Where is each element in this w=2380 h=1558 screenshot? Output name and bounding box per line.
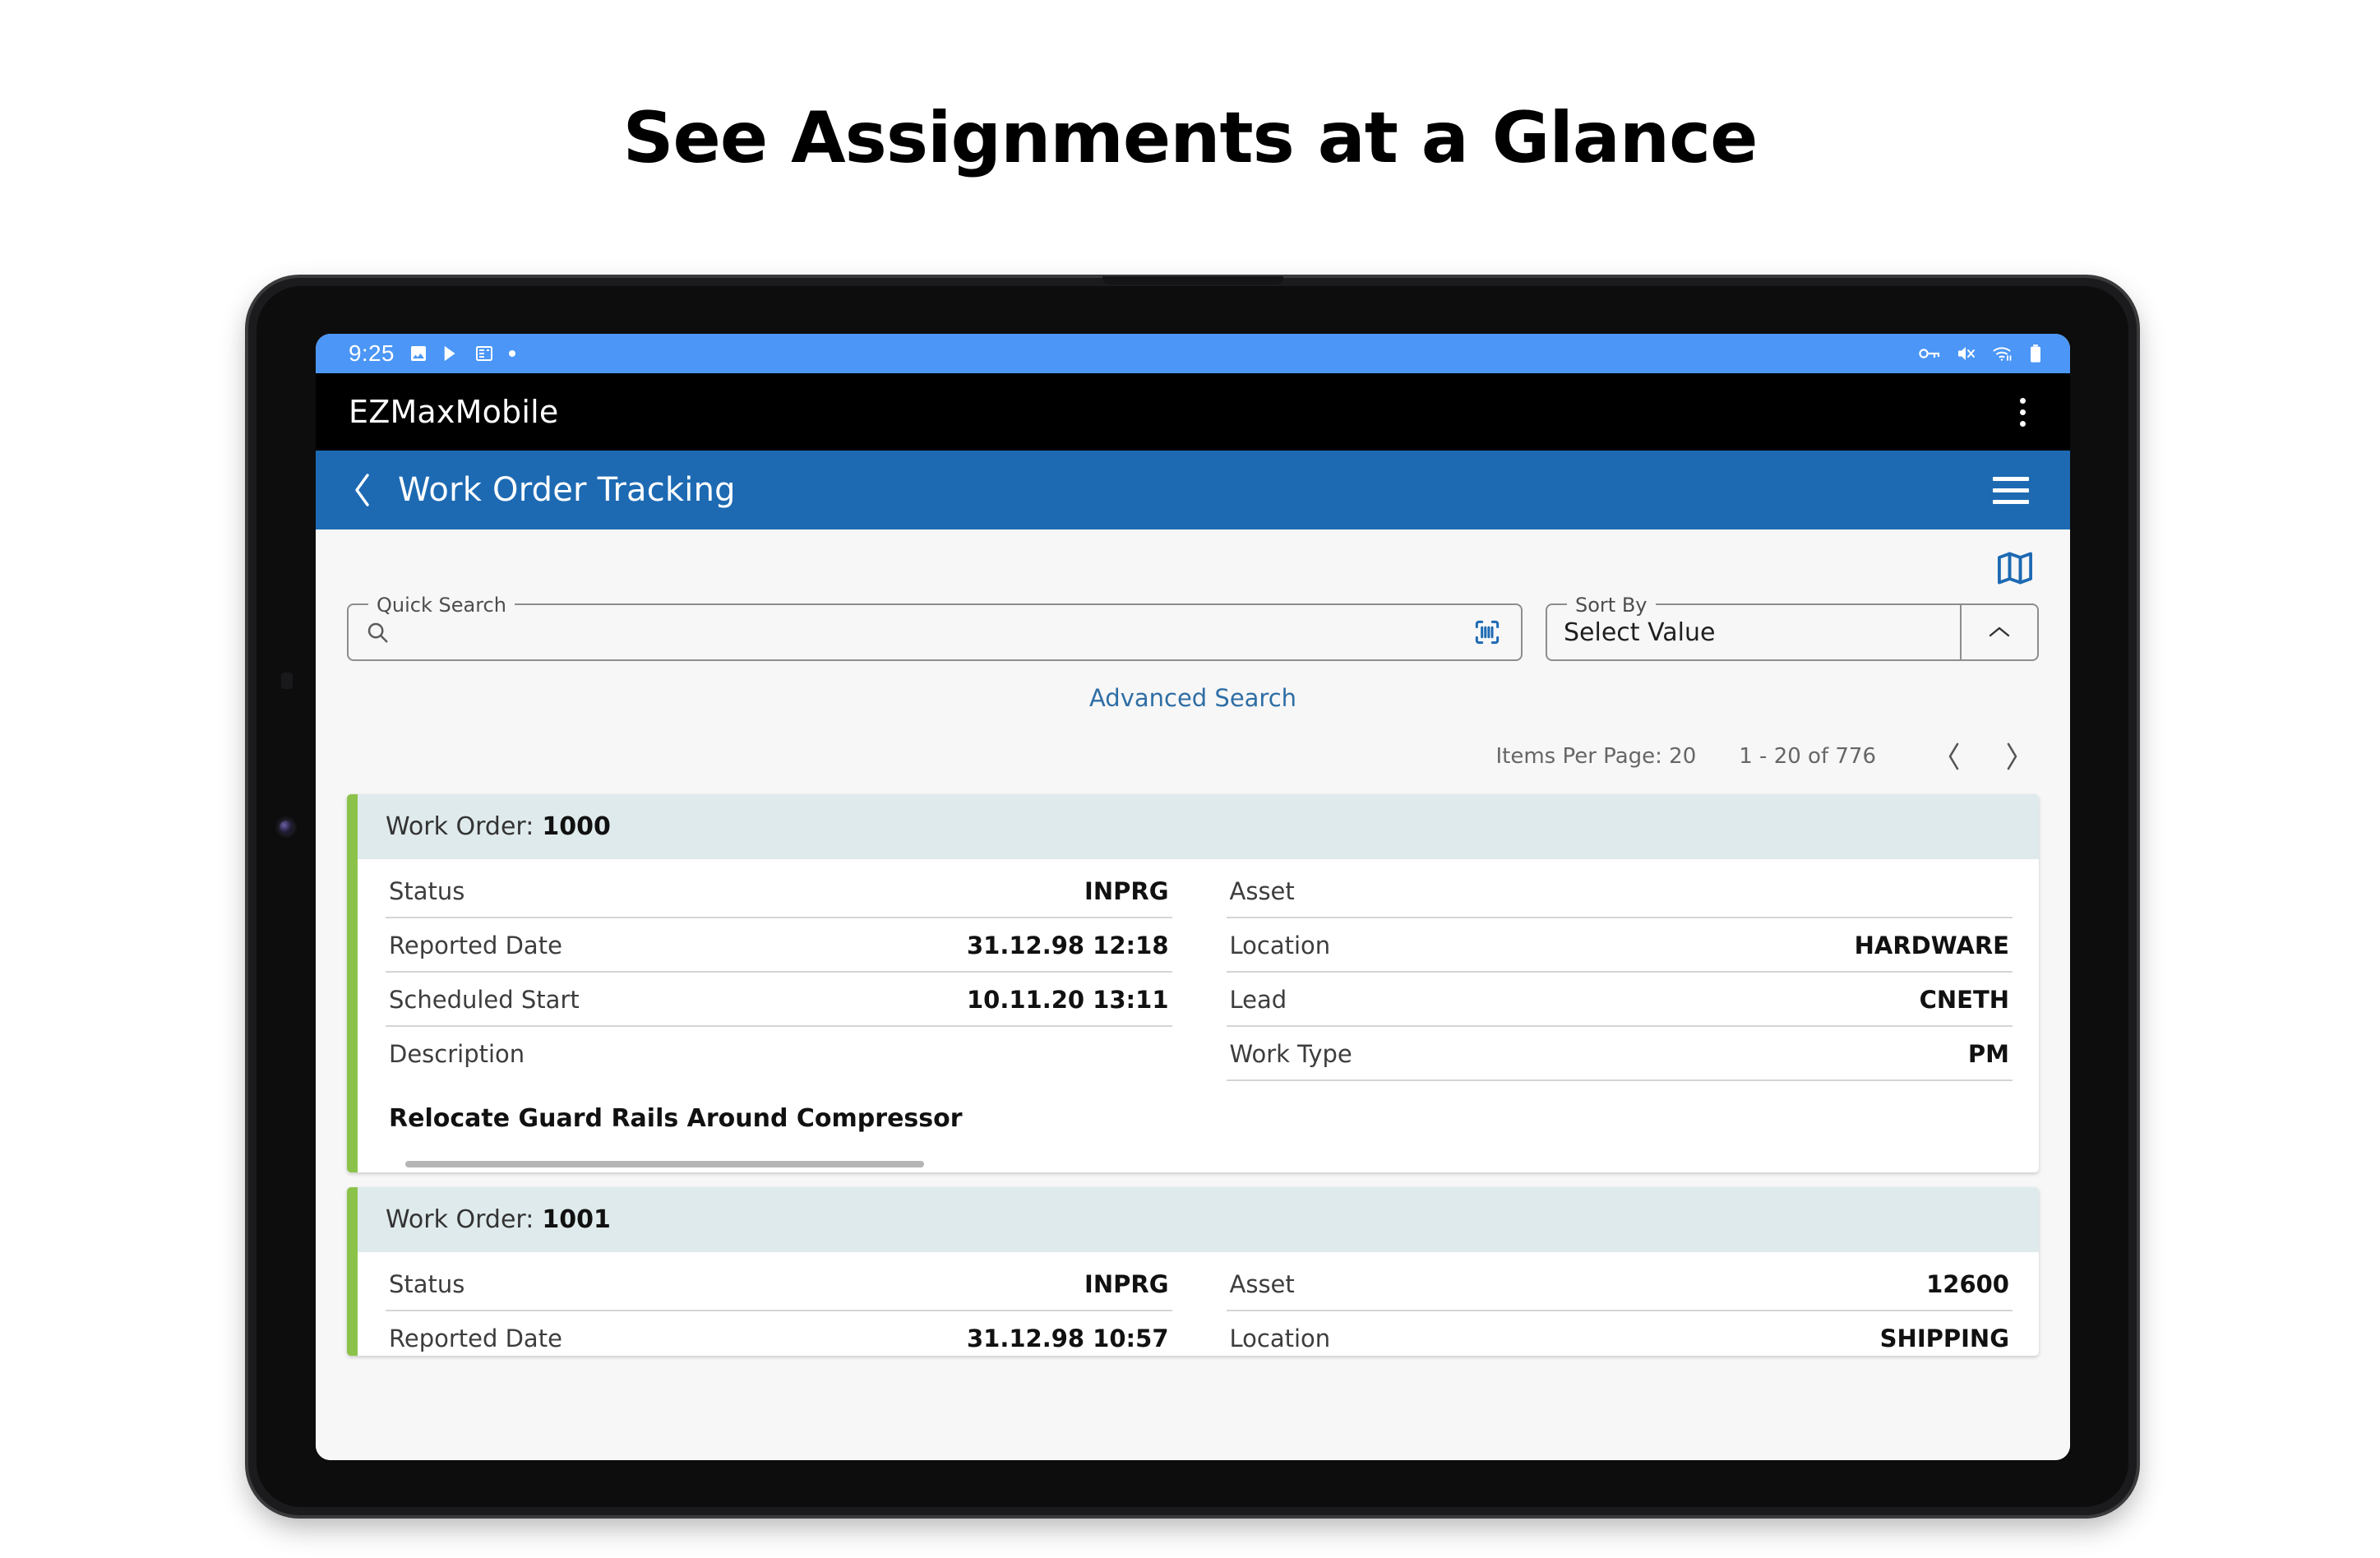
kebab-menu-icon[interactable] xyxy=(2008,390,2037,435)
items-per-page-label[interactable]: Items Per Page: 20 xyxy=(1495,744,1696,769)
card-left-column: Status INPRG Reported Date 31.12.98 10:5… xyxy=(358,1257,1199,1356)
sort-by-field[interactable]: Sort By Select Value xyxy=(1546,593,2039,661)
mute-icon xyxy=(1957,344,1976,363)
sort-by-label: Sort By xyxy=(1567,593,1656,617)
chevron-left-icon[interactable] xyxy=(1925,740,1983,773)
app-bar: EZMaxMobile xyxy=(316,373,2070,451)
field-row: Asset 12600 xyxy=(1226,1257,2013,1311)
advanced-search-link[interactable]: Advanced Search xyxy=(1089,684,1296,712)
field-value: CNETH xyxy=(1919,986,2009,1014)
horizontal-scrollbar[interactable] xyxy=(405,1161,925,1167)
toolbar-actions xyxy=(316,529,2070,587)
work-order-card-body: Status INPRG Reported Date 31.12.98 10:5… xyxy=(358,1252,2039,1356)
page-toolbar: Work Order Tracking xyxy=(316,451,2070,529)
field-label: Location xyxy=(1229,932,1331,959)
barcode-scan-icon[interactable] xyxy=(1472,617,1503,648)
battery-icon xyxy=(2029,344,2042,363)
field-value: PM xyxy=(1967,1040,2009,1068)
image-icon xyxy=(409,344,428,363)
work-order-label: Work Order: xyxy=(386,1205,534,1234)
vpn-key-icon xyxy=(1918,344,1941,363)
work-order-card-header: Work Order: 1001 xyxy=(358,1187,2039,1252)
field-row: Reported Date 31.12.98 12:18 xyxy=(386,918,1172,973)
field-row: Asset xyxy=(1226,864,2013,918)
work-order-id: 1000 xyxy=(542,812,611,841)
tablet-device: 9:25 EZMaxMobile Work Order Tracking Qui… xyxy=(248,276,2137,1515)
device-notch xyxy=(1102,276,1283,284)
field-row: Work Type PM xyxy=(1226,1027,2013,1081)
play-store-icon xyxy=(442,344,460,363)
search-row: Quick Search Sort By Select Value xyxy=(316,587,2070,661)
field-label: Status xyxy=(389,877,465,905)
search-icon xyxy=(365,620,390,645)
field-label: Asset xyxy=(1229,877,1295,905)
field-row: Location SHIPPING xyxy=(1227,1311,2013,1356)
page-content: Quick Search Sort By Select Value Advanc… xyxy=(316,529,2070,1460)
page-title: See Assignments at a Glance xyxy=(622,97,1758,179)
card-right-column: Asset 12600 Location SHIPPING xyxy=(1199,1257,2040,1356)
chevron-up-icon[interactable] xyxy=(1962,622,2037,642)
field-value: SHIPPING xyxy=(1879,1325,2009,1352)
sort-by-value: Select Value xyxy=(1564,617,1716,647)
field-row: Scheduled Start 10.11.20 13:11 xyxy=(386,973,1172,1027)
field-value: 31.12.98 10:57 xyxy=(966,1325,1169,1352)
card-left-column: Status INPRG Reported Date 31.12.98 12:1… xyxy=(358,864,1199,1172)
work-order-card-body: Status INPRG Reported Date 31.12.98 12:1… xyxy=(358,859,2039,1172)
field-row: Reported Date 31.12.98 10:57 xyxy=(386,1311,1172,1356)
device-camera-icon xyxy=(280,821,293,834)
field-row: Status INPRG xyxy=(386,864,1172,918)
work-order-label: Work Order: xyxy=(386,812,534,841)
field-value: INPRG xyxy=(1084,1270,1169,1298)
wifi-icon xyxy=(1992,344,2013,363)
field-row: Description xyxy=(386,1027,1172,1080)
card-right-column: Asset Location HARDWARE Lead CNETH Work … xyxy=(1199,864,2040,1172)
field-value: 10.11.20 13:11 xyxy=(966,986,1169,1014)
field-value: 31.12.98 12:18 xyxy=(966,932,1169,959)
pagination-bar: Items Per Page: 20 1 - 20 of 776 xyxy=(316,712,2070,773)
field-label: Work Type xyxy=(1229,1040,1352,1068)
quick-search-label: Quick Search xyxy=(368,593,515,617)
android-status-bar: 9:25 xyxy=(316,334,2070,373)
back-chevron-icon[interactable] xyxy=(340,468,385,512)
field-label: Asset xyxy=(1229,1270,1295,1298)
dot-icon xyxy=(508,349,516,358)
news-icon xyxy=(474,344,494,363)
field-label: Scheduled Start xyxy=(389,986,580,1014)
work-order-card[interactable]: Work Order: 1000 Status INPRG Reported Da… xyxy=(347,794,2039,1172)
work-order-list: Work Order: 1000 Status INPRG Reported Da… xyxy=(316,773,2070,1356)
quick-search-field[interactable]: Quick Search xyxy=(347,593,1523,661)
field-label: Status xyxy=(389,1270,465,1298)
work-order-id: 1001 xyxy=(542,1205,611,1234)
work-order-card-header: Work Order: 1000 xyxy=(358,794,2039,859)
chevron-right-icon[interactable] xyxy=(1983,740,2040,773)
work-order-card[interactable]: Work Order: 1001 Status INPRG Reported Da… xyxy=(347,1187,2039,1356)
field-value: HARDWARE xyxy=(1854,932,2009,959)
field-row: Lead CNETH xyxy=(1226,973,2013,1027)
field-value: 12600 xyxy=(1926,1270,2009,1298)
status-bar-clock: 9:25 xyxy=(349,340,395,366)
pagination-range: 1 - 20 of 776 xyxy=(1739,744,1876,769)
field-label: Reported Date xyxy=(389,1325,562,1352)
hamburger-menu-icon[interactable] xyxy=(1986,470,2036,511)
field-row: Status INPRG xyxy=(386,1257,1172,1311)
app-title: EZMaxMobile xyxy=(349,394,559,430)
field-value: INPRG xyxy=(1084,877,1169,905)
search-input[interactable] xyxy=(390,619,1472,645)
advanced-search-row: Advanced Search xyxy=(316,661,2070,712)
field-label: Description xyxy=(389,1040,525,1068)
map-icon[interactable] xyxy=(1993,548,2037,587)
field-label: Reported Date xyxy=(389,932,562,959)
work-order-description: Relocate Guard Rails Around Compressor xyxy=(389,1104,963,1133)
device-screen: 9:25 EZMaxMobile Work Order Tracking Qui… xyxy=(316,334,2070,1460)
field-label: Lead xyxy=(1229,986,1287,1014)
field-row: Location HARDWARE xyxy=(1226,918,2013,973)
device-sensor xyxy=(281,673,293,689)
field-label: Location xyxy=(1229,1325,1331,1352)
toolbar-title: Work Order Tracking xyxy=(398,471,736,509)
